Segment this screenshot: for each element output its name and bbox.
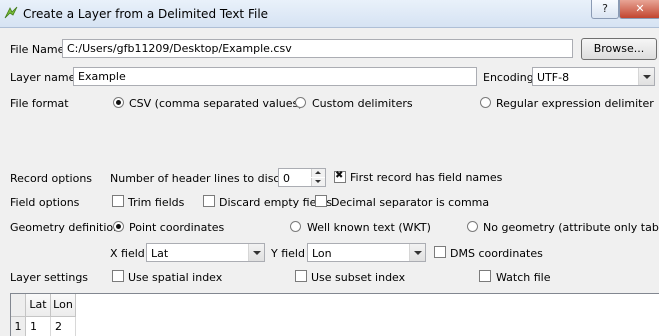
point-coordinates-label: Point coordinates bbox=[129, 221, 225, 234]
column-header-lat[interactable]: Lat bbox=[26, 294, 51, 317]
spin-down-icon[interactable] bbox=[311, 178, 325, 186]
x-field-label: X field bbox=[110, 247, 145, 260]
discard-empty-checkbox[interactable] bbox=[203, 195, 215, 207]
header-lines-label: Number of header lines to discard bbox=[110, 172, 298, 185]
file-name-label: File Name bbox=[10, 43, 65, 56]
y-field-select[interactable]: Lon bbox=[307, 243, 426, 262]
dms-coordinates-label: DMS coordinates bbox=[450, 247, 543, 260]
wkt-radio[interactable] bbox=[290, 221, 301, 232]
spatial-index-label: Use spatial index bbox=[128, 271, 223, 284]
table-cell[interactable]: 2 bbox=[51, 317, 76, 336]
file-name-input[interactable]: C:/Users/gfb11209/Desktop/Example.csv bbox=[62, 39, 573, 58]
browse-button[interactable]: Browse... bbox=[581, 38, 657, 60]
encoding-select[interactable]: UTF-8 bbox=[532, 67, 655, 86]
no-geometry-label: No geometry (attribute only table) bbox=[483, 221, 659, 234]
y-field-value: Lon bbox=[312, 247, 332, 260]
record-options-label: Record options bbox=[10, 172, 93, 185]
row-header[interactable]: 1 bbox=[11, 317, 26, 336]
point-coordinates-radio[interactable] bbox=[113, 221, 124, 232]
chevron-down-icon bbox=[638, 68, 654, 85]
qgis-app-icon bbox=[4, 6, 18, 19]
custom-delimiters-radio[interactable] bbox=[295, 97, 306, 108]
first-record-checkbox[interactable] bbox=[334, 170, 346, 183]
window-title: Create a Layer from a Delimited Text Fil… bbox=[23, 7, 269, 21]
csv-radio[interactable] bbox=[113, 97, 124, 108]
close-button[interactable]: ✕ bbox=[619, 0, 659, 19]
help-button[interactable]: ? bbox=[591, 0, 619, 19]
decimal-comma-checkbox[interactable] bbox=[315, 195, 327, 207]
chevron-down-icon bbox=[409, 244, 425, 261]
regex-delimiter-label: Regular expression delimiter bbox=[496, 97, 654, 110]
header-lines-value: 0 bbox=[283, 172, 290, 185]
trim-fields-checkbox[interactable] bbox=[112, 195, 124, 207]
encoding-value: UTF-8 bbox=[537, 71, 570, 84]
first-record-label: First record has field names bbox=[350, 171, 503, 184]
chevron-down-icon bbox=[248, 244, 264, 261]
column-header-lon[interactable]: Lon bbox=[51, 294, 76, 317]
trim-fields-label: Trim fields bbox=[128, 196, 185, 209]
title-bar: Create a Layer from a Delimited Text Fil… bbox=[0, 0, 659, 28]
subset-index-label: Use subset index bbox=[311, 271, 406, 284]
file-format-label: File format bbox=[10, 97, 69, 110]
csv-option-label: CSV (comma separated values) bbox=[129, 97, 303, 110]
watch-file-label: Watch file bbox=[496, 271, 551, 284]
field-options-label: Field options bbox=[10, 196, 80, 209]
y-field-label: Y field bbox=[271, 247, 305, 260]
layer-name-label: Layer name bbox=[10, 71, 76, 84]
regex-delimiter-radio[interactable] bbox=[480, 97, 491, 108]
table-cell[interactable]: 1 bbox=[26, 317, 51, 336]
no-geometry-radio[interactable] bbox=[467, 221, 478, 232]
layer-name-input[interactable]: Example bbox=[73, 67, 477, 86]
watch-file-checkbox[interactable] bbox=[479, 270, 491, 282]
spin-up-icon[interactable] bbox=[311, 169, 325, 177]
decimal-comma-label: Decimal separator is comma bbox=[331, 196, 490, 209]
custom-delimiters-label: Custom delimiters bbox=[312, 97, 413, 110]
subset-index-checkbox[interactable] bbox=[295, 270, 307, 282]
header-lines-spinbox[interactable]: 0 bbox=[278, 168, 326, 187]
x-field-select[interactable]: Lat bbox=[146, 243, 265, 262]
encoding-label: Encoding bbox=[483, 71, 534, 84]
table-corner[interactable] bbox=[11, 294, 26, 317]
sample-data-table[interactable]: Lat Lon 1 1 2 bbox=[10, 293, 659, 336]
wkt-label: Well known text (WKT) bbox=[307, 221, 431, 234]
geometry-definition-label: Geometry definition bbox=[10, 221, 121, 234]
x-field-value: Lat bbox=[151, 247, 169, 260]
layer-settings-label: Layer settings bbox=[10, 271, 89, 284]
spatial-index-checkbox[interactable] bbox=[112, 270, 124, 282]
dms-coordinates-checkbox[interactable] bbox=[434, 246, 446, 258]
